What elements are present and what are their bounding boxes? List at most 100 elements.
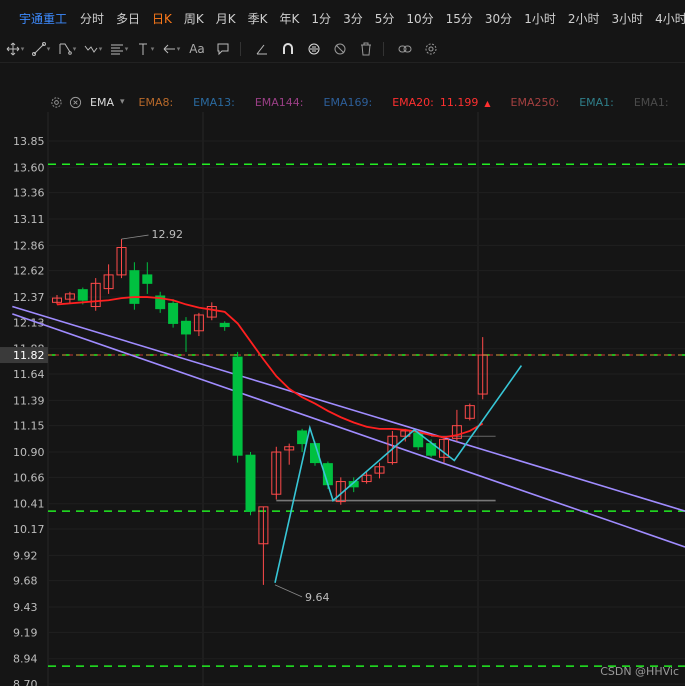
timeframe-8[interactable]: 3分 (343, 12, 363, 26)
ema-legend-item: EMA1: (634, 96, 669, 109)
ema-label: EMA1: (633, 95, 669, 109)
candle-body (232, 356, 243, 456)
timeframe-3[interactable]: 周K (184, 12, 204, 26)
price-tick-label: 10.66 (13, 471, 45, 484)
toolbar-divider (383, 42, 384, 56)
price-tick-label: 13.60 (13, 161, 45, 174)
wave-icon[interactable]: ▾ (82, 38, 104, 60)
drawing-toolbar: ▾ ▾ ▾ ▾ ▾ ▾ ▾ Aa (0, 36, 685, 63)
ema-legend-item: EMA144: (255, 96, 304, 109)
vertical-line-icon[interactable]: ▾ (134, 38, 156, 60)
price-tick-label: 13.11 (13, 213, 45, 226)
timeframe-4[interactable]: 月K (216, 12, 236, 26)
timeframe-0[interactable]: 分时 (80, 12, 104, 26)
candle-body (142, 274, 153, 284)
ema-label: EMA250: (510, 95, 560, 109)
line-icon[interactable]: ▾ (30, 38, 52, 60)
timeframe-bar: 宇通重工 分时 多日 日K 周K 月K 季K 年K 1分 3分 5分 10分 15分 30分 1小时 2小时… (0, 0, 685, 36)
text-icon[interactable]: Aa (186, 38, 208, 60)
ema-up-arrow-icon: ▲ (484, 98, 491, 108)
timeframe-10[interactable]: 10分 (406, 12, 433, 26)
price-tick-label: 13.85 (13, 135, 45, 148)
price-tick-label: 12.37 (13, 291, 45, 304)
candle-body (129, 270, 140, 304)
price-tick-label: 8.70 (13, 678, 38, 686)
price-tick-label: 9.19 (13, 626, 38, 639)
indicator-bar: EMA ▾ EMA8: EMA13: EMA144: EMA169: EMA20: 11.… (0, 92, 685, 112)
price-chart[interactable]: 13.8513.6013.3613.1112.8612.6212.3712.13… (0, 112, 685, 686)
price-tick-label: 10.90 (13, 446, 45, 459)
high-leader-line (121, 234, 149, 240)
trash-icon[interactable] (355, 38, 377, 60)
toolbar-divider (240, 42, 241, 56)
crosshair-icon[interactable]: ▾ (4, 38, 26, 60)
ema-value: 11.199 (439, 95, 479, 109)
ema-label: EMA13: (193, 95, 235, 109)
timeframe-2[interactable]: 日K (152, 12, 172, 26)
chevron-down-icon[interactable]: ▾ (120, 97, 125, 107)
timeframe-11[interactable]: 15分 (446, 12, 473, 26)
ruler-icon[interactable] (251, 38, 273, 60)
ema-legend-item: EMA13: (193, 96, 235, 109)
lock-icon[interactable] (303, 38, 325, 60)
magnet-icon[interactable] (277, 38, 299, 60)
timeframe-16[interactable]: 4小时 (655, 12, 685, 26)
price-tick-label: 10.17 (13, 523, 45, 536)
hide-icon[interactable] (329, 38, 351, 60)
timeframe-6[interactable]: 年K (280, 12, 300, 26)
candle-body (77, 289, 88, 301)
ema-label: EMA1: (579, 95, 614, 109)
indicator-name[interactable]: EMA (90, 96, 114, 109)
candle-body (168, 302, 179, 324)
ema-label: EMA144: (254, 95, 304, 109)
ema-legend-item: EMA169: (324, 96, 373, 109)
timeframe-7[interactable]: 1分 (311, 12, 331, 26)
link-icon[interactable] (394, 38, 416, 60)
current-price-label: 11.82 (13, 349, 45, 362)
price-tick-label: 9.43 (13, 601, 38, 614)
timeframe-list: 分时 多日 日K 周K 月K 季K 年K 1分 3分 5分 10分 15分 30分 1小时 2小时 3小时 4小… (80, 10, 685, 27)
low-leader-line (274, 584, 303, 598)
price-tick-label: 9.68 (13, 575, 38, 588)
price-tick-label: 13.36 (13, 187, 45, 200)
ema20-line (56, 296, 484, 439)
channel-upper-line (12, 305, 685, 512)
price-tick-label: 8.94 (13, 653, 38, 666)
ema-label: EMA8: (138, 95, 174, 109)
fib-icon[interactable]: ▾ (108, 38, 130, 60)
comment-icon[interactable] (212, 38, 234, 60)
timeframe-13[interactable]: 1小时 (524, 12, 556, 26)
price-tick-label: 11.15 (13, 420, 45, 433)
timeframe-9[interactable]: 5分 (375, 12, 395, 26)
candle-body (297, 430, 308, 445)
stock-name[interactable]: 宇通重工 (19, 10, 67, 27)
price-tick-label: 9.92 (13, 549, 38, 562)
price-tick-label: 11.64 (13, 368, 45, 381)
gear-icon[interactable] (50, 95, 63, 109)
high-price-label: 12.92 (152, 228, 184, 241)
ema-label: EMA20: (392, 95, 434, 109)
close-icon[interactable] (69, 95, 82, 109)
price-tick-label: 12.86 (13, 239, 45, 252)
price-tick-label: 10.41 (13, 498, 45, 511)
ema-legend-item: EMA8: (139, 96, 174, 109)
price-tick-label: 12.62 (13, 265, 45, 278)
ema-legend-item: EMA1: (579, 96, 614, 109)
low-price-label: 9.64 (305, 591, 330, 604)
candle-body (181, 320, 191, 335)
candle-body (245, 454, 256, 512)
timeframe-12[interactable]: 30分 (485, 12, 512, 26)
price-tick-label: 11.39 (13, 394, 45, 407)
candle-body (219, 322, 230, 328)
timeframe-1[interactable]: 多日 (116, 12, 140, 26)
ema-label: EMA169: (323, 95, 373, 109)
pitchfork-icon[interactable]: ▾ (56, 38, 78, 60)
timeframe-14[interactable]: 2小时 (568, 12, 600, 26)
timeframe-5[interactable]: 季K (248, 12, 268, 26)
ema-legend: EMA8: EMA13: EMA144: EMA169: EMA20: 11.199 ▲ EM… (139, 96, 685, 109)
arrow-icon[interactable]: ▾ (160, 38, 182, 60)
ema-legend-item: EMA20: 11.199 ▲ (392, 96, 490, 109)
watermark: CSDN @HHVic (600, 665, 679, 678)
timeframe-15[interactable]: 3小时 (611, 12, 643, 26)
settings-icon[interactable] (420, 38, 442, 60)
